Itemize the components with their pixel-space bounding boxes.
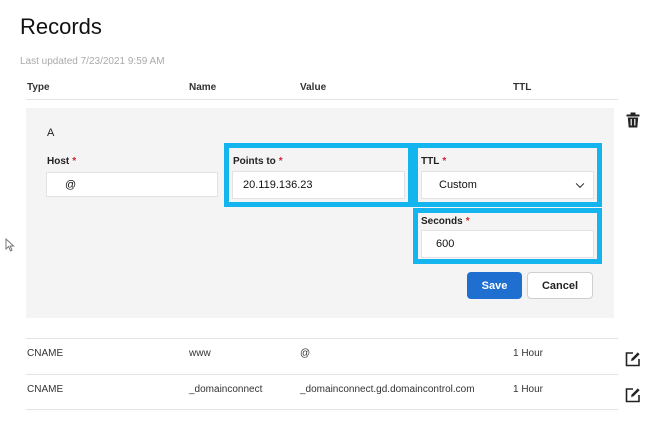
trash-icon[interactable] xyxy=(626,112,640,128)
seconds-highlight xyxy=(413,208,602,264)
row-ttl: 1 Hour xyxy=(513,384,544,395)
edit-icon[interactable] xyxy=(625,387,641,403)
edit-icon[interactable] xyxy=(625,351,641,367)
last-updated-text: Last updated 7/23/2021 9:59 AM xyxy=(20,56,165,67)
row-name: _domainconnect xyxy=(189,384,263,395)
mouse-cursor-icon xyxy=(5,238,15,252)
column-header-value: Value xyxy=(300,82,327,93)
column-header-type: Type xyxy=(27,82,50,93)
row-ttl: 1 Hour xyxy=(513,348,544,359)
row-value: _domainconnect.gd.domaincontrol.com xyxy=(300,384,475,395)
row-name: www xyxy=(189,348,211,359)
column-header-ttl: TTL xyxy=(513,82,532,93)
save-button[interactable]: Save xyxy=(467,272,522,299)
ttl-highlight xyxy=(413,143,602,207)
cancel-button[interactable]: Cancel xyxy=(527,272,593,299)
host-label: Host * xyxy=(47,156,77,167)
header-divider xyxy=(26,99,618,100)
column-header-name: Name xyxy=(189,82,217,93)
row-divider xyxy=(26,338,618,339)
host-input[interactable]: @ xyxy=(46,172,218,197)
row-type: CNAME xyxy=(27,348,64,359)
required-mark: * xyxy=(72,156,77,167)
row-divider xyxy=(26,409,618,410)
page-title: Records xyxy=(20,14,102,39)
row-type: CNAME xyxy=(27,384,64,395)
record-type-label: A xyxy=(47,127,55,139)
row-divider xyxy=(26,374,618,375)
row-value: @ xyxy=(300,348,311,359)
points-to-highlight xyxy=(224,143,413,207)
